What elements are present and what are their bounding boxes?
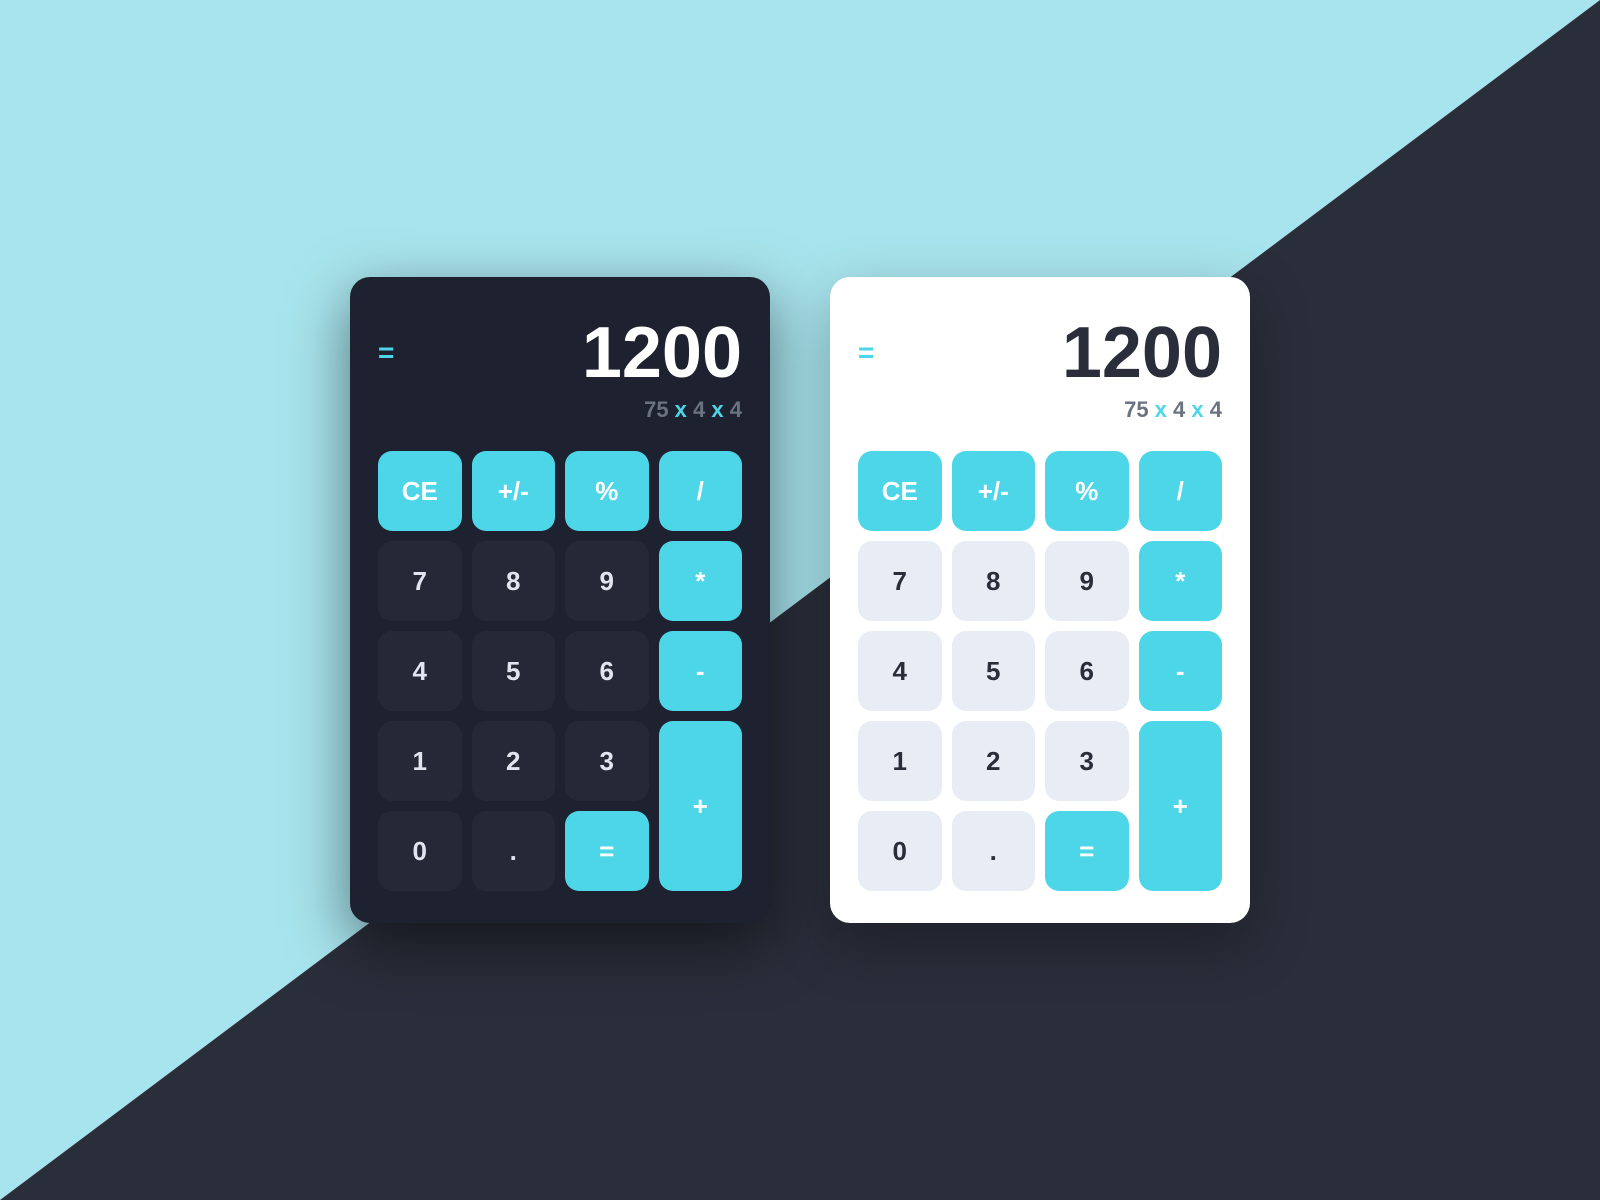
light-display: = 1200 75 x 4 x 4 (858, 317, 1222, 423)
dark-btn-6[interactable]: 6 (565, 631, 649, 711)
light-btn-3[interactable]: 3 (1045, 721, 1129, 801)
calculator-dark: = 1200 75 x 4 x 4 CE +/- % / 7 8 9 * 4 5… (350, 277, 770, 923)
dark-btn-divide[interactable]: / (659, 451, 743, 531)
light-btn-0[interactable]: 0 (858, 811, 942, 891)
dark-button-grid: CE +/- % / 7 8 9 * 4 5 6 - 1 2 3 + 0 . = (378, 451, 742, 891)
dark-btn-3[interactable]: 3 (565, 721, 649, 801)
dark-btn-8[interactable]: 8 (472, 541, 556, 621)
light-btn-4[interactable]: 4 (858, 631, 942, 711)
light-expression: 75 x 4 x 4 (858, 397, 1222, 423)
light-button-grid: CE +/- % / 7 8 9 * 4 5 6 - 1 2 3 + 0 . = (858, 451, 1222, 891)
light-btn-equals[interactable]: = (1045, 811, 1129, 891)
light-btn-plus-minus[interactable]: +/- (952, 451, 1036, 531)
light-equals-icon: = (858, 339, 872, 367)
light-btn-ce[interactable]: CE (858, 451, 942, 531)
light-btn-plus[interactable]: + (1139, 721, 1223, 891)
dark-btn-1[interactable]: 1 (378, 721, 462, 801)
dark-btn-4[interactable]: 4 (378, 631, 462, 711)
light-header: = 1200 (858, 317, 1222, 389)
dark-btn-7[interactable]: 7 (378, 541, 462, 621)
dark-btn-minus[interactable]: - (659, 631, 743, 711)
dark-header: = 1200 (378, 317, 742, 389)
light-btn-1[interactable]: 1 (858, 721, 942, 801)
dark-btn-ce[interactable]: CE (378, 451, 462, 531)
dark-equals-icon: = (378, 339, 392, 367)
dark-btn-equals[interactable]: = (565, 811, 649, 891)
light-btn-dot[interactable]: . (952, 811, 1036, 891)
light-btn-9[interactable]: 9 (1045, 541, 1129, 621)
dark-btn-plus-minus[interactable]: +/- (472, 451, 556, 531)
dark-btn-0[interactable]: 0 (378, 811, 462, 891)
light-btn-8[interactable]: 8 (952, 541, 1036, 621)
calculator-light: = 1200 75 x 4 x 4 CE +/- % / 7 8 9 * 4 5… (830, 277, 1250, 923)
dark-display: = 1200 75 x 4 x 4 (378, 317, 742, 423)
light-btn-7[interactable]: 7 (858, 541, 942, 621)
light-btn-5[interactable]: 5 (952, 631, 1036, 711)
light-btn-minus[interactable]: - (1139, 631, 1223, 711)
light-btn-2[interactable]: 2 (952, 721, 1036, 801)
dark-btn-2[interactable]: 2 (472, 721, 556, 801)
light-btn-percent[interactable]: % (1045, 451, 1129, 531)
dark-expression: 75 x 4 x 4 (378, 397, 742, 423)
dark-btn-5[interactable]: 5 (472, 631, 556, 711)
light-btn-divide[interactable]: / (1139, 451, 1223, 531)
dark-btn-9[interactable]: 9 (565, 541, 649, 621)
light-result: 1200 (1062, 317, 1222, 389)
light-btn-multiply[interactable]: * (1139, 541, 1223, 621)
dark-btn-dot[interactable]: . (472, 811, 556, 891)
dark-btn-multiply[interactable]: * (659, 541, 743, 621)
dark-btn-percent[interactable]: % (565, 451, 649, 531)
calculators-container: = 1200 75 x 4 x 4 CE +/- % / 7 8 9 * 4 5… (0, 0, 1600, 1200)
dark-result: 1200 (582, 317, 742, 389)
dark-btn-plus[interactable]: + (659, 721, 743, 891)
light-btn-6[interactable]: 6 (1045, 631, 1129, 711)
